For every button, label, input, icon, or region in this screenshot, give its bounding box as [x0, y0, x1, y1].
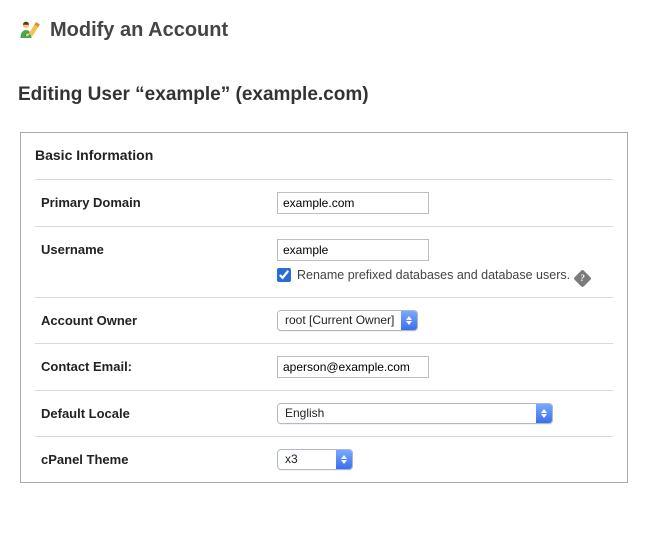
- label-username: Username: [41, 239, 277, 257]
- row-cpanel-theme: cPanel Theme x3: [35, 436, 613, 482]
- primary-domain-input[interactable]: [277, 192, 429, 214]
- label-cpanel-theme: cPanel Theme: [41, 449, 277, 467]
- select-arrows-icon: [536, 404, 552, 423]
- select-arrows-icon: [401, 311, 417, 330]
- editing-heading: Editing User “example” (example.com): [18, 84, 630, 106]
- help-icon[interactable]: ?: [573, 269, 591, 287]
- label-account-owner: Account Owner: [41, 310, 277, 328]
- row-username: Username Rename prefixed databases and d…: [35, 226, 613, 297]
- cpanel-theme-select[interactable]: x3: [277, 449, 353, 470]
- label-default-locale: Default Locale: [41, 403, 277, 421]
- username-input[interactable]: [277, 239, 429, 261]
- page-title: Modify an Account: [50, 19, 228, 42]
- row-account-owner: Account Owner root [Current Owner]: [35, 297, 613, 343]
- default-locale-select[interactable]: English: [277, 403, 553, 424]
- modify-account-icon: [18, 18, 42, 42]
- page-header: Modify an Account: [18, 18, 630, 42]
- row-contact-email: Contact Email:: [35, 343, 613, 390]
- panel-title: Basic Information: [35, 147, 613, 163]
- row-default-locale: Default Locale English: [35, 390, 613, 436]
- contact-email-input[interactable]: [277, 356, 429, 378]
- row-primary-domain: Primary Domain: [35, 179, 613, 226]
- account-owner-select[interactable]: root [Current Owner]: [277, 310, 418, 331]
- rename-databases-checkbox[interactable]: [277, 268, 291, 282]
- basic-information-panel: Basic Information Primary Domain Usernam…: [20, 132, 628, 483]
- label-contact-email: Contact Email:: [41, 356, 277, 374]
- label-primary-domain: Primary Domain: [41, 192, 277, 210]
- rename-databases-label: Rename prefixed databases and database u…: [297, 267, 589, 285]
- select-arrows-icon: [336, 450, 352, 469]
